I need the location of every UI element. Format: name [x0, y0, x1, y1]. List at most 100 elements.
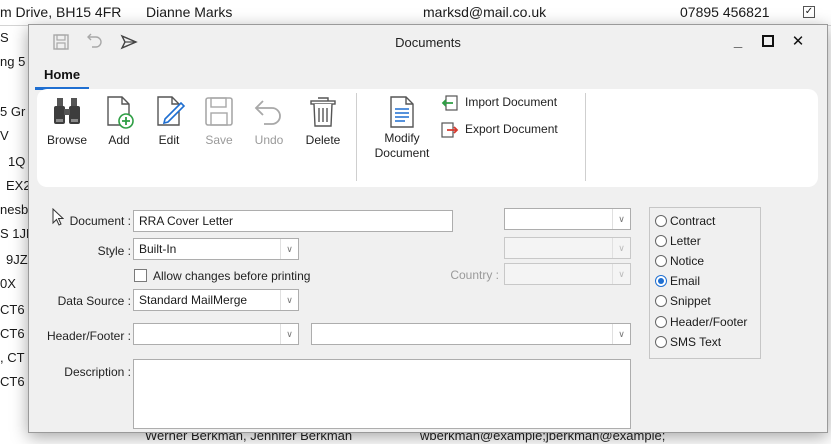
dialog-title: Documents — [395, 35, 461, 50]
ribbon-separator — [585, 93, 586, 181]
description-label: Description : — [64, 365, 131, 379]
radio-label: Header/Footer — [670, 315, 748, 329]
title-bar[interactable]: Documents _ ✕ — [29, 25, 827, 61]
radio-button-icon — [655, 235, 667, 247]
document-label: Document : — [69, 214, 131, 228]
radio-snippet[interactable]: Snippet — [655, 294, 711, 312]
bg-left-fragment: CT6 6 — [0, 374, 28, 389]
radio-label: Notice — [670, 254, 705, 268]
style-value: Built-In — [139, 242, 177, 256]
document-icon — [390, 96, 414, 128]
radio-button-icon — [655, 295, 667, 307]
bg-left-fragment: CT6 6 — [0, 326, 28, 341]
radio-button-icon — [655, 336, 667, 348]
bg-left-fragment: , CT — [0, 350, 25, 365]
bg-name: Dianne Marks — [146, 4, 233, 20]
save-button[interactable]: Save — [193, 95, 245, 155]
radio-button-checked-icon — [655, 275, 667, 287]
bg-phone: 07895 456821 — [680, 4, 770, 20]
modify-label-line2: Document — [374, 146, 430, 160]
chevron-down-icon: ∨ — [612, 264, 630, 284]
ribbon-panel: Browse Add Edit Save Undo Delete Modify — [37, 89, 818, 187]
right-select-1[interactable]: ∨ — [504, 208, 631, 230]
modify-label-line1: Modify — [384, 131, 420, 145]
bg-left-fragment: 0X — [0, 276, 16, 291]
minimize-button[interactable]: _ — [727, 31, 749, 53]
bg-left-fragment: S — [0, 30, 9, 45]
document-type-group: Contract Letter Notice Email Snippet Hea… — [649, 207, 761, 359]
radio-label: Snippet — [670, 294, 711, 308]
maximize-button[interactable] — [757, 31, 779, 53]
document-name-input[interactable]: RRA Cover Letter — [133, 210, 453, 232]
ribbon-separator — [356, 93, 357, 181]
chevron-down-icon: ∨ — [280, 290, 298, 310]
bg-left-fragment: 9JZ — [6, 252, 28, 267]
binoculars-icon — [54, 98, 80, 124]
add-label: Add — [108, 133, 130, 147]
radio-label: Email — [670, 274, 701, 288]
radio-button-icon — [655, 215, 667, 227]
bg-left-fragment: ng 5 — [0, 54, 26, 69]
edit-button[interactable]: Edit — [143, 95, 195, 155]
delete-label: Delete — [305, 133, 341, 147]
radio-button-icon — [655, 255, 667, 267]
radio-contract[interactable]: Contract — [655, 214, 715, 232]
header-footer-detail-select[interactable]: ∨ — [311, 323, 631, 345]
country-select[interactable]: ∨ — [504, 263, 631, 285]
radio-sms-text[interactable]: SMS Text — [655, 335, 721, 353]
edit-label: Edit — [158, 133, 180, 147]
bg-left-fragment: nesb — [0, 202, 28, 217]
radio-letter[interactable]: Letter — [655, 234, 701, 252]
modify-document-button[interactable]: Modify Document — [369, 95, 435, 160]
allow-changes-checkbox[interactable] — [134, 269, 147, 282]
undo-label: Undo — [254, 133, 284, 147]
data-source-label: Data Source : — [57, 294, 131, 308]
header-footer-label: Header/Footer : — [46, 329, 131, 343]
add-button[interactable]: Add — [93, 95, 145, 155]
header-footer-select[interactable]: ∨ — [133, 323, 299, 345]
chevron-down-icon: ∨ — [612, 238, 630, 258]
style-label: Style : — [97, 244, 131, 258]
documents-dialog: Documents _ ✕ Home Browse Add Edit Save … — [28, 24, 828, 433]
bg-email: marksd@mail.co.uk — [423, 4, 547, 20]
browse-label: Browse — [46, 133, 87, 147]
save-label: Save — [205, 133, 233, 147]
undo-icon — [254, 100, 281, 125]
tab-home[interactable]: Home — [35, 63, 89, 87]
add-document-icon — [107, 96, 134, 129]
radio-label: Letter — [670, 234, 701, 248]
import-document-button[interactable]: Import Document — [441, 95, 557, 115]
export-document-button[interactable]: Export Document — [441, 122, 558, 142]
browse-button[interactable]: Browse — [41, 95, 93, 155]
data-source-value: Standard MailMerge — [139, 293, 248, 307]
import-icon — [441, 95, 458, 111]
background-left-column: S ng 5 5 Gr V 1Q EX2 nesb S 1JD 9JZ 0X C… — [0, 26, 28, 444]
chevron-down-icon: ∨ — [612, 324, 630, 344]
style-select[interactable]: Built-In ∨ — [133, 238, 299, 260]
data-source-select[interactable]: Standard MailMerge ∨ — [133, 289, 299, 311]
edit-document-icon — [157, 96, 186, 126]
bg-left-fragment: 5 Gr — [0, 104, 26, 119]
save-icon — [205, 97, 233, 126]
bg-left-fragment: V — [0, 128, 9, 143]
delete-button[interactable]: Delete — [297, 95, 349, 155]
chevron-down-icon: ∨ — [612, 209, 630, 229]
radio-header-footer[interactable]: Header/Footer — [655, 315, 747, 333]
export-icon — [441, 122, 459, 138]
right-select-2[interactable]: ∨ — [504, 237, 631, 259]
close-button[interactable]: ✕ — [787, 31, 809, 53]
radio-button-icon — [655, 316, 667, 328]
radio-email[interactable]: Email — [655, 274, 700, 292]
undo-button[interactable]: Undo — [243, 95, 295, 155]
radio-notice[interactable]: Notice — [655, 254, 704, 272]
bg-left-fragment: CT6 6 — [0, 302, 28, 317]
background-contact-row[interactable]: m Drive, BH15 4FR Dianne Marks marksd@ma… — [0, 0, 831, 26]
chevron-down-icon: ∨ — [280, 324, 298, 344]
radio-label: SMS Text — [670, 335, 722, 349]
trash-icon — [310, 97, 336, 127]
description-textarea[interactable] — [133, 359, 631, 429]
bg-left-fragment: S 1JD — [0, 226, 28, 241]
country-label: Country : — [450, 268, 499, 282]
allow-changes-label: Allow changes before printing — [153, 269, 311, 283]
bg-row-checkbox[interactable]: ✓ — [803, 6, 815, 18]
